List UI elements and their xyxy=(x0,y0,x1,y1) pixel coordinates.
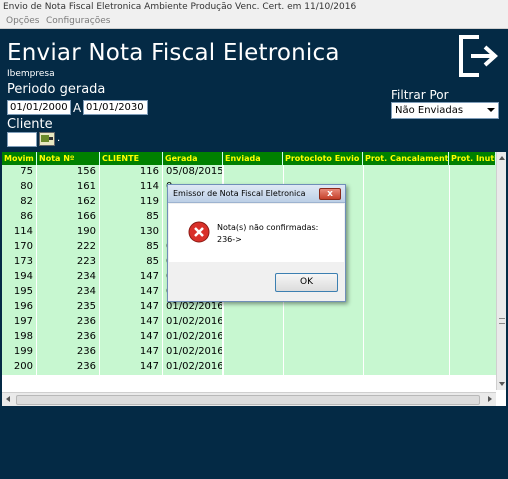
cell-nota: 166 xyxy=(37,210,100,225)
date-separator: A xyxy=(73,101,82,115)
cell-movim: 197 xyxy=(2,315,37,330)
cell-cliente: 130 xyxy=(100,225,163,240)
cell-gerada: 01/02/2016 xyxy=(163,360,223,375)
col-divider xyxy=(449,165,450,375)
cell-movim: 170 xyxy=(2,240,37,255)
close-icon[interactable]: x xyxy=(319,188,341,200)
date-to-input[interactable]: 01/01/2030 xyxy=(83,100,148,115)
scroll-right-icon[interactable] xyxy=(488,396,492,402)
menu-opcoes[interactable]: Opções xyxy=(6,16,39,26)
cell-movim: 82 xyxy=(2,195,37,210)
col-gerada[interactable]: Gerada xyxy=(163,152,223,165)
cell-nota: 235 xyxy=(37,300,100,315)
menu-configuracoes[interactable]: Configurações xyxy=(46,16,110,26)
cell-nota: 222 xyxy=(37,240,100,255)
cell-gerada: 01/02/2016 xyxy=(163,300,223,315)
grid-header: Movim Nota Nº CLIENTE Gerada Enviada Pro… xyxy=(2,152,496,165)
cell-nota: 234 xyxy=(37,270,100,285)
exit-door-arrow-icon[interactable] xyxy=(457,33,503,79)
dialog-body: Nota(s) não confirmadas: 236-> xyxy=(169,204,344,262)
cell-movim: 173 xyxy=(2,255,37,270)
cell-movim: 114 xyxy=(2,225,37,240)
cliente-dot: . xyxy=(57,133,61,144)
horizontal-scrollbar[interactable] xyxy=(2,392,496,406)
cell-movim: 199 xyxy=(2,345,37,360)
cell-cliente: 147 xyxy=(100,315,163,330)
filtrar-select[interactable]: Não Enviadas xyxy=(391,102,499,119)
cell-nota: 161 xyxy=(37,180,100,195)
col-movim[interactable]: Movim xyxy=(2,152,37,165)
col-cliente[interactable]: CLIENTE xyxy=(100,152,163,165)
col-nota[interactable]: Nota Nº xyxy=(37,152,100,165)
cell-cliente: 119 xyxy=(100,195,163,210)
cell-gerada: 01/02/2016 xyxy=(163,330,223,345)
table-row[interactable]: 199 236 147 01/02/2016 xyxy=(2,345,496,360)
col-enviada[interactable]: Enviada xyxy=(223,152,283,165)
cell-nota: 236 xyxy=(37,360,100,375)
col-protocolo-envio[interactable]: Protocloto Envio xyxy=(283,152,363,165)
cell-cliente: 147 xyxy=(100,360,163,375)
vertical-scrollbar[interactable] xyxy=(496,152,506,390)
cell-movim: 80 xyxy=(2,180,37,195)
dialog-message-line1: Nota(s) não confirmadas: xyxy=(217,223,319,232)
cell-nota: 223 xyxy=(37,255,100,270)
menu-bar: Opções Configurações xyxy=(0,15,508,29)
scroll-grip-icon[interactable] xyxy=(499,318,505,324)
cell-cliente: 116 xyxy=(100,165,163,180)
cell-nota: 236 xyxy=(37,345,100,360)
scroll-up-icon[interactable] xyxy=(499,156,505,160)
cell-movim: 200 xyxy=(2,360,37,375)
cell-nota: 162 xyxy=(37,195,100,210)
cell-cliente: 114 xyxy=(100,180,163,195)
table-row[interactable]: 196 235 147 01/02/2016 xyxy=(2,300,496,315)
table-row[interactable]: 198 236 147 01/02/2016 xyxy=(2,330,496,345)
dialog-message-line2: 236-> xyxy=(217,235,242,244)
cliente-label: Cliente xyxy=(7,117,53,132)
cell-cliente: 147 xyxy=(100,285,163,300)
cell-nota: 156 xyxy=(37,165,100,180)
cell-movim: 195 xyxy=(2,285,37,300)
filtrar-label: Filtrar Por xyxy=(391,88,449,102)
cell-cliente: 147 xyxy=(100,330,163,345)
scroll-left-icon[interactable] xyxy=(6,396,10,402)
table-row[interactable]: 75 156 116 05/08/2015 xyxy=(2,165,496,180)
cell-movim: 194 xyxy=(2,270,37,285)
scroll-thumb[interactable] xyxy=(16,395,480,405)
col-divider xyxy=(363,165,364,375)
periodo-label: Periodo gerada xyxy=(7,82,106,97)
table-row[interactable]: 197 236 147 01/02/2016 xyxy=(2,315,496,330)
chevron-down-icon xyxy=(487,108,495,112)
scroll-down-icon[interactable] xyxy=(499,382,505,386)
cell-cliente: 85 xyxy=(100,210,163,225)
ok-button[interactable]: OK xyxy=(275,273,338,292)
cell-gerada: 01/02/2016 xyxy=(163,345,223,360)
window-title: Envio de Nota Fiscal Eletronica Ambiente… xyxy=(0,0,508,15)
cell-nota: 236 xyxy=(37,315,100,330)
error-icon xyxy=(188,221,210,243)
error-dialog: Emissor de Nota Fiscal Eletronica x Nota… xyxy=(167,184,346,302)
cell-movim: 86 xyxy=(2,210,37,225)
date-from-input[interactable]: 01/01/2000 xyxy=(7,100,71,115)
col-prot-inutilizacao[interactable]: Prot. Inuti xyxy=(449,152,496,165)
cell-cliente: 85 xyxy=(100,240,163,255)
cell-nota: 236 xyxy=(37,330,100,345)
search-card-icon[interactable] xyxy=(39,132,55,146)
page-title: Enviar Nota Fiscal Eletronica xyxy=(7,40,340,66)
table-row[interactable]: 200 236 147 01/02/2016 xyxy=(2,360,496,375)
cell-movim: 198 xyxy=(2,330,37,345)
cell-nota: 234 xyxy=(37,285,100,300)
cell-cliente: 147 xyxy=(100,270,163,285)
cell-cliente: 85 xyxy=(100,255,163,270)
cell-nota: 190 xyxy=(37,225,100,240)
cell-cliente: 147 xyxy=(100,345,163,360)
cell-movim: 196 xyxy=(2,300,37,315)
cell-movim: 75 xyxy=(2,165,37,180)
cell-cliente: 147 xyxy=(100,300,163,315)
cell-gerada: 01/02/2016 xyxy=(163,315,223,330)
filtrar-select-value: Não Enviadas xyxy=(395,105,464,116)
cliente-input[interactable] xyxy=(7,132,37,147)
cell-gerada: 05/08/2015 xyxy=(163,165,223,180)
col-prot-cancelamento[interactable]: Prot. Cancalamento xyxy=(363,152,449,165)
company-name: Ibempresa xyxy=(7,69,55,79)
